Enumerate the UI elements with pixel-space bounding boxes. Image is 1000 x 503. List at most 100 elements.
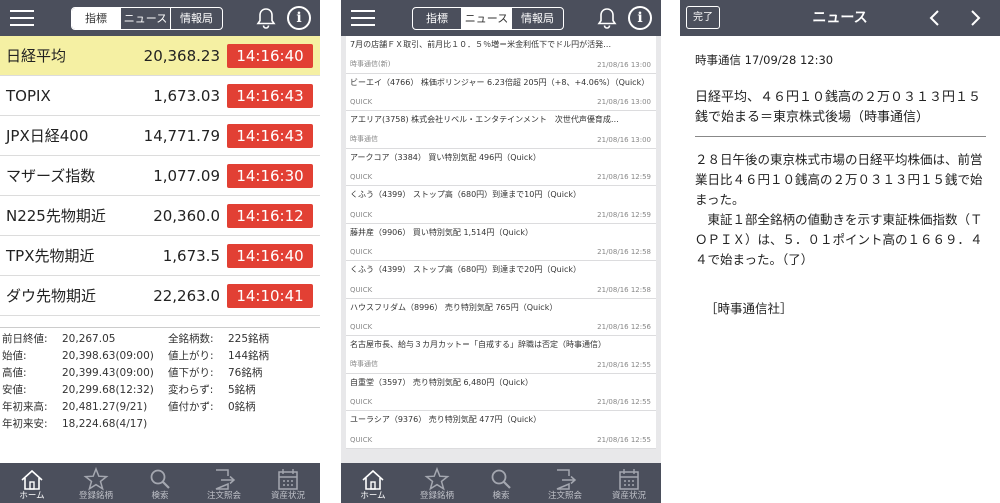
news-item[interactable]: くふう（4399） ストップ高（680円）到達まで10円（Quick） QUICK… — [346, 186, 656, 224]
info-icon[interactable]: i — [287, 6, 311, 30]
news-title: 7月の店舗ＦＸ取引、前月比１０．５％増＝米金利低下でドル円が活発… — [350, 40, 612, 49]
summary-label: 高値: — [2, 367, 27, 379]
chevron-right-icon[interactable] — [966, 9, 984, 27]
news-time: 21/08/16 12:55 — [597, 398, 651, 406]
news-time: 21/08/16 12:58 — [597, 285, 651, 294]
summary-row: 高値: 20,399.43(09:00) 値下がり: 76銘柄 — [0, 365, 320, 381]
news-title: 自重堂（3597） 売り特別気配 6,480円（Quick） — [350, 377, 533, 387]
news-source: QUICK — [350, 285, 373, 294]
news-time: 21/08/16 12:59 — [597, 173, 651, 181]
tab-home[interactable]: ホーム — [0, 463, 64, 503]
index-time-badge: 14:16:40 — [227, 244, 313, 268]
news-time: 21/08/16 13:00 — [597, 60, 651, 69]
article-header: 完了 ニュース — [680, 0, 1000, 36]
summary-value: 76銘柄 — [228, 367, 263, 379]
news-source: QUICK — [350, 323, 373, 331]
index-time-badge: 14:10:41 — [227, 284, 313, 308]
index-row[interactable]: 日経平均 20,368.23 14:16:40 — [0, 36, 320, 76]
header-segment-control: 指標 ニュース 情報局 — [71, 7, 223, 30]
news-item[interactable]: ユーラシア（9376） 売り特別気配 477円（Quick） QUICK 21/08… — [346, 411, 656, 449]
tab-label: ホーム — [360, 491, 386, 501]
tab-calendar[interactable]: 資産状況 — [256, 463, 320, 503]
news-time: 21/08/16 12:55 — [597, 360, 651, 369]
news-title: ビーエイ（4766） 株価ボリンジャー 6.23倍超 205円（+8、+4.06… — [350, 77, 650, 87]
summary-value: 0銘柄 — [228, 401, 256, 413]
index-row[interactable]: ダウ先物期近 22,263.0 14:10:41 — [0, 276, 320, 316]
article-credit: ［時事通信社］ — [705, 301, 793, 316]
tab-search[interactable]: 検索 — [128, 463, 192, 503]
index-row[interactable]: JPX日経400 14,771.79 14:16:43 — [0, 116, 320, 156]
news-item[interactable]: ハウスフリダム（8996） 売り特別気配 765円（Quick） QUICK 21/… — [346, 298, 656, 336]
tab-indices[interactable]: 指標 — [413, 8, 461, 29]
article-headline: 日経平均、４６円１０銭高の２万０３１３円１５銭で始まる＝東京株式後場（時事通信） — [695, 88, 986, 137]
summary-value: 5銘柄 — [228, 384, 256, 396]
summary-label: 値下がり: — [168, 367, 214, 379]
index-row[interactable]: TPX先物期近 1,673.5 14:16:40 — [0, 236, 320, 276]
tab-search[interactable]: 検索 — [469, 463, 533, 503]
tab-news[interactable]: ニュース — [120, 8, 170, 29]
summary-label: 年初来高: — [2, 401, 48, 413]
tab-order[interactable]: 注文照会 — [192, 463, 256, 503]
news-title: くふう（4399） ストップ高（680円）到達まで10円（Quick） — [350, 190, 581, 199]
summary-value: 225銘柄 — [228, 333, 270, 345]
app-header: 指標 ニュース 情報局 i — [341, 0, 661, 36]
news-time: 21/08/16 13:00 — [597, 135, 651, 144]
news-item[interactable]: アエリア(3758) 株式会社リベル・エンタテインメント 次世代声優育成… 時事通… — [346, 111, 656, 149]
index-name: TPX先物期近 — [6, 247, 95, 265]
news-item[interactable]: 藤井産（9906） 買い特別気配 1,514円（Quick） QUICK 21/08… — [346, 223, 656, 261]
menu-icon[interactable] — [10, 9, 34, 27]
index-name: N225先物期近 — [6, 207, 106, 225]
tab-order[interactable]: 注文照会 — [533, 463, 597, 503]
index-value: 1,673.03 — [153, 87, 220, 105]
summary-value: 20,481.27(9/21) — [62, 401, 148, 413]
tab-info[interactable]: 情報局 — [170, 8, 222, 29]
summary-label: 値上がり: — [168, 350, 214, 362]
menu-icon[interactable] — [351, 9, 375, 27]
summary-label: 年初来安: — [2, 418, 48, 430]
news-item[interactable]: アークコア（3384） 買い特別気配 496円（Quick） QUICK 21/08… — [346, 148, 656, 186]
index-time-badge: 14:16:30 — [227, 164, 313, 188]
tab-calendar[interactable]: 資産状況 — [597, 463, 661, 503]
chevron-left-icon[interactable] — [926, 9, 944, 27]
tab-label: 検索 — [151, 491, 169, 501]
index-row[interactable]: マザーズ指数 1,077.09 14:16:30 — [0, 156, 320, 196]
summary-label: 値付かず: — [168, 401, 214, 413]
index-row[interactable]: N225先物期近 20,360.0 14:16:12 — [0, 196, 320, 236]
news-time: 21/08/16 12:56 — [597, 323, 651, 331]
news-time: 21/08/16 12:59 — [597, 210, 651, 219]
tab-star[interactable]: 登録銘柄 — [405, 463, 469, 503]
news-item[interactable]: 7月の店舗ＦＸ取引、前月比１０．５％増＝米金利低下でドル円が活発… 時事通信(新)… — [346, 36, 656, 74]
index-row[interactable]: TOPIX 1,673.03 14:16:43 — [0, 76, 320, 116]
tab-home[interactable]: ホーム — [341, 463, 405, 503]
news-source: QUICK — [350, 248, 373, 256]
index-time-badge: 14:16:43 — [227, 84, 313, 108]
summary-value: 20,267.05 — [62, 333, 116, 345]
news-title: アエリア(3758) 株式会社リベル・エンタテインメント 次世代声優育成… — [350, 115, 619, 124]
tab-indices[interactable]: 指標 — [72, 8, 120, 29]
news-item[interactable]: 名古屋市長、給与３カ月カット＝「自戒する」辞職は否定（時事通信） 時事通信 21/0… — [346, 336, 656, 374]
news-item[interactable]: ビーエイ（4766） 株価ボリンジャー 6.23倍超 205円（+8、+4.06… — [346, 73, 656, 111]
info-icon[interactable]: i — [628, 6, 652, 30]
tab-info[interactable]: 情報局 — [511, 8, 563, 29]
index-name: JPX日経400 — [6, 127, 89, 145]
index-value: 20,368.23 — [143, 47, 220, 65]
summary-panel: 前日終値: 20,267.05 全銘柄数: 225銘柄 始値: 20,398.63(09:… — [0, 327, 320, 449]
news-item[interactable]: 自重堂（3597） 売り特別気配 6,480円（Quick） QUICK 21/08… — [346, 373, 656, 411]
index-value: 1,077.09 — [153, 167, 220, 185]
news-item[interactable]: くふう（4399） ストップ高（680円）到達まで20円（Quick） QUICK… — [346, 261, 656, 299]
news-title: くふう（4399） ストップ高（680円）到達まで20円（Quick） — [350, 265, 581, 274]
news-time: 21/08/16 12:58 — [597, 248, 651, 256]
tab-star[interactable]: 登録銘柄 — [64, 463, 128, 503]
bell-icon[interactable] — [254, 6, 278, 30]
summary-label: 始値: — [2, 350, 27, 362]
news-source: 時事通信 — [350, 134, 378, 143]
bell-icon[interactable] — [595, 6, 619, 30]
article-meta: 時事通信 17/09/28 12:30 — [695, 53, 834, 67]
article-screen-title: ニュース — [812, 10, 868, 26]
article-screen: 完了 ニュース 時事通信 17/09/28 12:30 日経平均、４６円１０銭高… — [680, 0, 1000, 503]
tab-news[interactable]: ニュース — [461, 8, 511, 29]
index-value: 20,360.0 — [153, 207, 220, 225]
app-header: 指標 ニュース 情報局 i — [0, 0, 320, 36]
tab-label: ホーム — [19, 491, 45, 501]
summary-row: 始値: 20,398.63(09:00) 値上がり: 144銘柄 — [0, 348, 320, 364]
